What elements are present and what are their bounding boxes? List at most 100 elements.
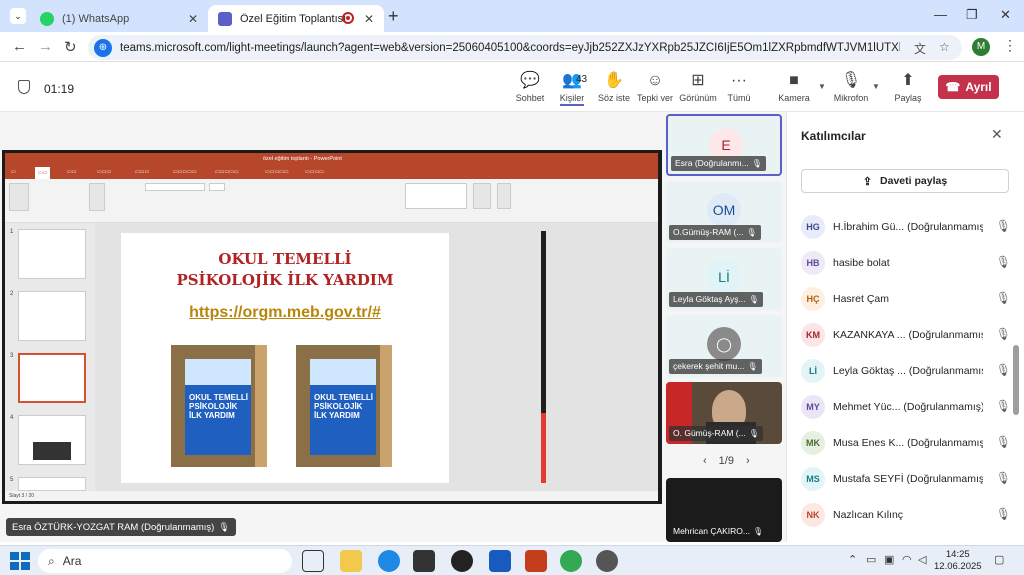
browser-tab-strip: ⌄ (1) WhatsApp ✕ Özel Eğitim Toplantısı … bbox=[0, 0, 1024, 32]
tile-name: O. Gümüş-RAM (... 🎙 bbox=[669, 426, 763, 441]
tray-icon[interactable]: ▭ bbox=[866, 553, 876, 566]
mic-off-icon: 🎙 bbox=[995, 507, 1011, 521]
taskbar-search[interactable]: ⌕ Ara bbox=[38, 549, 292, 573]
chevron-left-icon[interactable]: ‹ bbox=[703, 455, 707, 467]
mic-off-icon: 🎙 bbox=[995, 219, 1011, 233]
tab-search-icon[interactable]: ⌄ bbox=[10, 8, 26, 24]
slide-thumbnail[interactable] bbox=[18, 477, 86, 491]
mic-off-icon: 🎙 bbox=[995, 255, 1011, 269]
edge-icon[interactable] bbox=[378, 550, 400, 572]
participant-name: KAZANKAYA ... (Doğrulanmamış) bbox=[833, 329, 983, 341]
tile-name: O.Gümüş-RAM (... 🎙 bbox=[669, 225, 761, 240]
video-tile[interactable]: Mehrican ÇAKIRO... 🎙 bbox=[666, 478, 782, 542]
participant-name: Mustafa SEYFİ (Doğrulanmamış) bbox=[833, 473, 983, 485]
participant-name: Hasret Çam bbox=[833, 293, 890, 305]
close-icon[interactable]: ✕ bbox=[188, 12, 198, 26]
participant-row[interactable]: MS Mustafa SEYFİ (Doğrulanmamış) 🎙 bbox=[801, 461, 1011, 497]
participant-row[interactable]: NK Nazlıcan Kılınç 🎙 bbox=[801, 497, 1011, 533]
presenter-name-label: Esra ÖZTÜRK-YOZGAT RAM (Doğrulanmamış) 🎙 bbox=[6, 518, 236, 536]
book-photo: OKUL TEMELLİ PSİKOLOJİK İLK YARDIM bbox=[171, 345, 267, 467]
participant-row[interactable]: HB hasibe bolat 🎙 bbox=[801, 245, 1011, 281]
video-tile[interactable]: OM O.Gümüş-RAM (... 🎙 bbox=[666, 181, 782, 243]
teams-icon bbox=[218, 11, 232, 26]
windows-start-icon[interactable] bbox=[8, 550, 30, 572]
file-explorer-icon[interactable] bbox=[340, 550, 362, 572]
camera-button[interactable]: ■ Kamera bbox=[766, 72, 822, 103]
forward-button[interactable]: → bbox=[38, 38, 53, 55]
share-invite-button[interactable]: ⇪ Daveti paylaş bbox=[801, 169, 1009, 193]
profile-avatar[interactable]: M bbox=[972, 38, 990, 56]
video-tile[interactable]: E Esra (Doğrulanmı... 🎙 bbox=[666, 114, 782, 176]
reload-button[interactable]: ↻ bbox=[64, 38, 77, 56]
tab-teams-meeting[interactable]: Özel Eğitim Toplantısı | Mic ✕ bbox=[208, 5, 384, 32]
back-button[interactable]: ← bbox=[12, 38, 27, 55]
slide-link: https://orgm.meb.gov.tr/# bbox=[189, 304, 381, 321]
close-icon[interactable]: ✕ bbox=[991, 126, 1003, 143]
avatar: HG bbox=[801, 215, 825, 239]
participant-name: Musa Enes K... (Doğrulanmamış) bbox=[833, 437, 983, 449]
participants-panel: Katılımcılar ✕ ⇪ Daveti paylaş HG H.İbra… bbox=[786, 112, 1024, 542]
minimize-button[interactable]: — bbox=[934, 7, 947, 22]
avatar: OM bbox=[707, 193, 741, 227]
leave-button[interactable]: ☎ Ayrıl bbox=[938, 75, 999, 99]
share-icon: ⬆ bbox=[901, 72, 915, 89]
new-tab-button[interactable]: + bbox=[388, 6, 399, 27]
mic-icon: 🎙 bbox=[746, 228, 757, 237]
site-info-icon[interactable]: ⊕ bbox=[94, 38, 112, 57]
more-button[interactable]: ··· Tümü bbox=[711, 72, 767, 103]
participant-row[interactable]: Lİ Leyla Göktaş ... (Doğrulanmamış) 🎙 bbox=[801, 353, 1011, 389]
participant-row[interactable]: KM KAZANKAYA ... (Doğrulanmamış) 🎙 bbox=[801, 317, 1011, 353]
settings-icon[interactable] bbox=[596, 550, 618, 572]
network-icon[interactable]: ▣ bbox=[884, 553, 894, 566]
panel-scrollbar[interactable] bbox=[1013, 345, 1019, 415]
mic-off-icon: 🎙 bbox=[840, 72, 862, 89]
mic-off-icon: 🎙 bbox=[995, 327, 1011, 341]
chevron-right-icon[interactable]: › bbox=[746, 455, 750, 467]
ppt-ribbon bbox=[5, 179, 658, 223]
slide-thumbnail[interactable] bbox=[18, 229, 86, 279]
whatsapp-icon bbox=[40, 11, 54, 26]
bookmark-star-icon[interactable]: ☆ bbox=[939, 40, 950, 54]
participant-row[interactable]: MY Mehmet Yüc... (Doğrulanmamış) 🎙 bbox=[801, 389, 1011, 425]
video-tile-camera[interactable]: O. Gümüş-RAM (... 🎙 bbox=[666, 382, 782, 444]
url-field[interactable]: ⊕ teams.microsoft.com/light-meetings/lau… bbox=[88, 35, 962, 60]
avatar: MK bbox=[801, 431, 825, 455]
video-tile[interactable]: ◯ çekerek şehit mu... 🎙 bbox=[666, 315, 782, 377]
app-icon[interactable] bbox=[451, 550, 473, 572]
participant-row[interactable]: MK Musa Enes K... (Doğrulanmamış) 🎙 bbox=[801, 425, 1011, 461]
mic-options-chevron-icon[interactable]: ▼ bbox=[872, 82, 880, 91]
mic-off-icon: 🎙 bbox=[995, 363, 1011, 377]
slide-thumbnail[interactable] bbox=[18, 415, 86, 465]
participant-name: H.İbrahim Gü... (Doğrulanmamış) bbox=[833, 221, 983, 233]
mail-icon[interactable] bbox=[413, 550, 435, 572]
participant-row[interactable]: HG H.İbrahim Gü... (Doğrulanmamış) 🎙 bbox=[801, 209, 1011, 245]
wifi-icon[interactable]: ◠ bbox=[902, 553, 912, 566]
volume-icon[interactable]: ◁ bbox=[918, 553, 926, 566]
close-icon[interactable]: ✕ bbox=[364, 12, 374, 26]
panel-title: Katılımcılar bbox=[801, 129, 866, 143]
tile-name: Mehrican ÇAKIRO... 🎙 bbox=[673, 526, 764, 536]
current-slide: OKUL TEMELLİ PSİKOLOJİK İLK YARDIM https… bbox=[121, 233, 449, 483]
chrome-icon[interactable] bbox=[560, 550, 582, 572]
word-icon[interactable] bbox=[489, 550, 511, 572]
translate-icon[interactable]: 文 bbox=[914, 40, 926, 57]
slide-thumbnail-selected[interactable] bbox=[18, 353, 86, 403]
chevron-up-icon[interactable]: ⌃ bbox=[848, 553, 857, 566]
restore-button[interactable]: ❐ bbox=[966, 7, 978, 23]
notification-icon[interactable]: ▢ bbox=[994, 553, 1004, 566]
close-window-button[interactable]: ✕ bbox=[1000, 7, 1011, 23]
share-button[interactable]: ⬆ Paylaş bbox=[880, 72, 936, 103]
mic-button[interactable]: 🎙 Mikrofon bbox=[823, 72, 879, 103]
search-icon: ⌕ bbox=[48, 553, 55, 568]
powerpoint-icon[interactable] bbox=[525, 550, 547, 572]
shared-powerpoint-window: özel eğitim toplantı - PowerPoint ▭ ▭▭ ▭… bbox=[5, 153, 658, 501]
participant-row[interactable]: HÇ Hasret Çam 🎙 bbox=[801, 281, 1011, 317]
tab-whatsapp[interactable]: (1) WhatsApp ✕ bbox=[30, 5, 208, 32]
meeting-timer: 01:19 bbox=[44, 82, 75, 96]
video-tile[interactable]: Lİ Leyla Göktaş Ayş... 🎙 bbox=[666, 248, 782, 310]
clock[interactable]: 14:25 12.06.2025 bbox=[934, 549, 982, 573]
task-view-icon[interactable] bbox=[302, 550, 324, 572]
slide-thumbnail[interactable] bbox=[18, 291, 86, 341]
mic-off-icon: 🎙 bbox=[218, 521, 230, 532]
browser-menu-icon[interactable]: ⋮ bbox=[1003, 37, 1017, 54]
